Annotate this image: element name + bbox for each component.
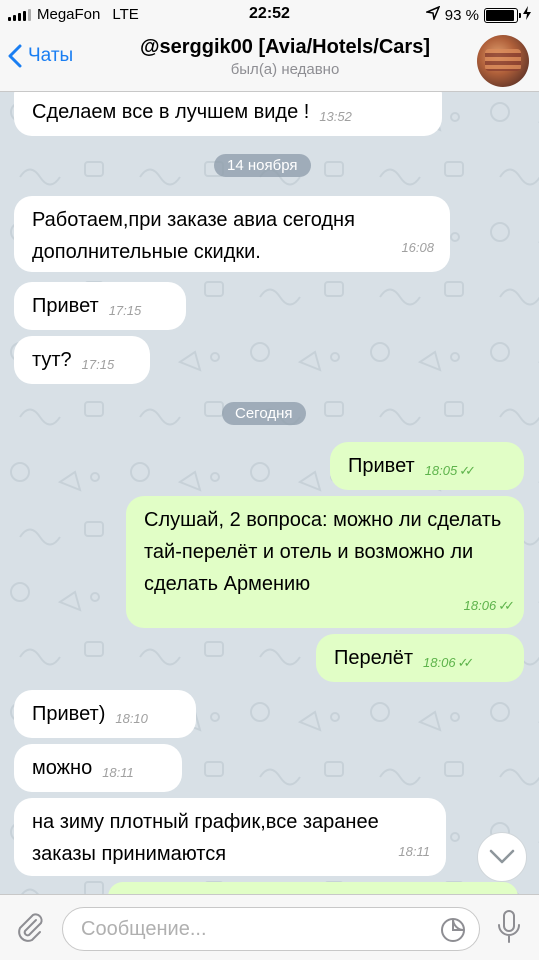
chat-header: Чаты @serggik00 [Avia/Hotels/Cars] был(а… <box>0 30 539 92</box>
message-incoming[interactable]: тут? 17:15 <box>14 336 150 384</box>
location-icon <box>424 5 441 24</box>
message-text: на зиму плотный график,все заранее заказ… <box>32 811 379 865</box>
sticker-icon[interactable] <box>439 916 467 944</box>
message-time: 16:08 <box>401 240 434 255</box>
scroll-to-bottom-button[interactable] <box>477 832 527 882</box>
avatar[interactable] <box>477 35 529 87</box>
message-outgoing[interactable]: Привет 18:05 ✓✓ <box>330 442 524 490</box>
message-text: Работаем,при заказе авиа сегодня дополни… <box>32 209 355 263</box>
read-checkmarks-icon: ✓✓ <box>457 655 475 670</box>
message-incoming[interactable]: Сделаем все в лучшем виде ! 13:52 <box>14 92 442 136</box>
message-field[interactable] <box>62 907 480 951</box>
message-incoming[interactable]: Привет 17:15 <box>14 282 186 330</box>
message-incoming[interactable]: можно 18:11 <box>14 744 182 792</box>
network-label: LTE <box>112 6 139 23</box>
time-value: 18:06 <box>463 598 497 613</box>
message-time: 18:11 <box>398 844 430 859</box>
message-time: 13:52 <box>319 109 352 124</box>
message-input[interactable] <box>81 918 421 941</box>
time-value: 18:06 <box>423 655 456 670</box>
signal-icon <box>8 8 31 21</box>
message-text: Привет <box>32 295 99 317</box>
back-button[interactable]: Чаты <box>8 44 73 68</box>
microphone-icon[interactable] <box>495 909 523 945</box>
chevron-down-icon <box>489 849 515 864</box>
message-incoming[interactable]: на зиму плотный график,все заранее заказ… <box>14 798 446 876</box>
message-outgoing-partial[interactable] <box>108 882 518 894</box>
message-time: 18:06 ✓✓ <box>463 590 515 622</box>
date-separator: Сегодня <box>222 402 306 425</box>
chevron-left-icon <box>8 44 22 68</box>
charging-icon <box>523 6 531 24</box>
back-label: Чаты <box>28 45 74 66</box>
message-time: 18:05 ✓✓ <box>424 455 476 487</box>
last-seen-status: был(а) недавно <box>230 61 340 78</box>
message-incoming[interactable]: Работаем,при заказе авиа сегодня дополни… <box>14 196 450 272</box>
battery-icon <box>484 7 521 23</box>
message-text: тут? <box>32 349 72 371</box>
message-incoming[interactable]: Привет) 18:10 <box>14 690 196 738</box>
message-text: Привет) <box>32 703 106 725</box>
read-checkmarks-icon: ✓✓ <box>498 598 515 613</box>
message-input-bar <box>0 894 539 960</box>
chat-title: @serggik00 [Avia/Hotels/Cars] <box>140 36 430 58</box>
message-time: 17:15 <box>108 303 142 318</box>
message-text: Слушай, 2 вопроса: можно ли сделать тай-… <box>144 509 502 595</box>
status-right: 93 % <box>424 5 531 24</box>
message-text: Перелёт <box>334 647 414 669</box>
carrier-label: MegaFon <box>37 6 101 23</box>
message-text: можно <box>32 757 93 779</box>
message-outgoing[interactable]: Слушай, 2 вопроса: можно ли сделать тай-… <box>126 496 524 628</box>
time-value: 18:05 <box>424 463 458 478</box>
attach-icon[interactable] <box>14 911 46 943</box>
read-checkmarks-icon: ✓✓ <box>459 463 476 478</box>
battery-percent: 93 % <box>444 6 479 24</box>
chat-title-block[interactable]: @serggik00 [Avia/Hotels/Cars] был(а) нед… <box>100 36 470 78</box>
date-separator: 14 ноября <box>214 154 311 177</box>
message-time: 18:06 ✓✓ <box>423 647 475 679</box>
message-text: Сделаем все в лучшем виде ! <box>32 101 310 123</box>
message-outgoing[interactable]: Перелёт 18:06 ✓✓ <box>316 634 524 682</box>
status-left: MegaFon LTE <box>8 6 139 23</box>
message-time: 18:10 <box>115 711 148 726</box>
message-time: 18:11 <box>102 765 134 780</box>
status-bar: MegaFon LTE 22:52 93 % <box>0 0 539 30</box>
message-list[interactable]: Сделаем все в лучшем виде ! 13:52 14 нояб… <box>0 92 539 894</box>
message-text: Привет <box>348 455 415 477</box>
message-time: 17:15 <box>81 357 115 372</box>
